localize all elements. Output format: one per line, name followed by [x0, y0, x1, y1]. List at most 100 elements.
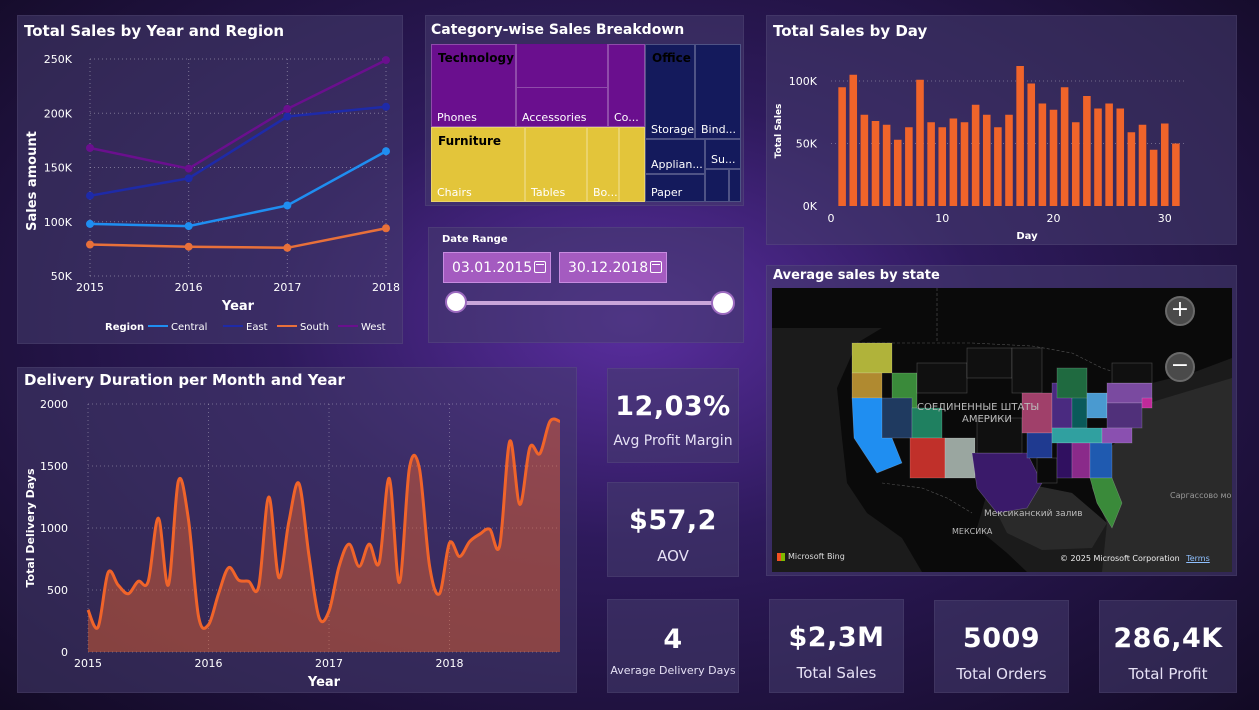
copyright-text: © 2025 Microsoft Corporation — [1060, 554, 1180, 563]
kpi-total-sales-value: $2,3M — [788, 622, 885, 653]
x-tick-label: 2016 — [175, 281, 203, 294]
state-new-mexico — [944, 437, 976, 479]
bing-text: Microsoft Bing — [788, 552, 845, 561]
treemap-technology-copiers[interactable]: Co... — [608, 44, 645, 127]
bar — [1016, 66, 1024, 206]
kpi-delivery-days-label: Average Delivery Days — [610, 664, 736, 677]
kpi-total-profit-label: Total Profit — [1128, 665, 1208, 683]
state-north-carolina — [1101, 427, 1133, 444]
bar — [893, 139, 902, 206]
treemap-office-small-1[interactable] — [705, 169, 729, 202]
data-point-west — [184, 164, 193, 173]
calendar-icon[interactable] — [534, 261, 546, 273]
state-minnesota — [1011, 347, 1043, 394]
data-point-west — [382, 56, 390, 65]
treemap-furniture-other[interactable] — [619, 127, 645, 202]
kpi-delivery-days-value: 4 — [663, 624, 683, 655]
bar — [860, 114, 869, 206]
y-tick-label: 100K — [44, 216, 73, 229]
zoom-in-button[interactable]: + — [1165, 296, 1195, 326]
x-tick-label: 10 — [935, 212, 949, 225]
area-fill — [88, 418, 560, 652]
delivery-duration-panel: Delivery Duration per Month and Year 200… — [17, 367, 577, 693]
bar — [960, 122, 969, 206]
state-tennessee — [1051, 427, 1103, 444]
treemap-tables-label: Tables — [531, 186, 566, 199]
date-slider-start-handle[interactable] — [445, 291, 467, 313]
series-line-west — [89, 58, 387, 170]
bar — [916, 79, 924, 206]
treemap-technology-phones[interactable]: Technology Phones — [431, 44, 516, 127]
data-point-west — [283, 104, 292, 113]
bar — [1116, 108, 1125, 206]
calendar-icon[interactable] — [650, 261, 662, 273]
bar — [1160, 123, 1169, 206]
sales-by-day-chart: 100K 50K 0K 0 10 20 30 Day Total Sales — [774, 66, 1187, 242]
treemap-office-supplies[interactable]: Su... — [705, 139, 741, 169]
map-label-mexico: МЕКСИКА — [952, 527, 993, 536]
map-canvas[interactable]: СОЕДИНЕННЫЕ ШТАТЫ АМЕРИКИ Мексиканский з… — [772, 288, 1232, 572]
bar — [905, 127, 913, 206]
y-tick-label: 50K — [796, 138, 818, 151]
treemap-technology-accessories[interactable]: Accessories — [516, 44, 608, 127]
map-label-country2: АМЕРИКИ — [962, 414, 1012, 425]
bar — [1027, 83, 1036, 206]
kpi-aov: $57,2 AOV — [607, 482, 739, 577]
kpi-profit-margin-label: Avg Profit Margin — [613, 433, 733, 449]
y-tick-label: 250K — [44, 53, 73, 66]
treemap-binders-label: Bind... — [701, 123, 737, 136]
data-point-east — [283, 112, 292, 121]
treemap-storage-label: Storage — [651, 123, 695, 136]
terms-link[interactable]: Terms — [1186, 554, 1210, 563]
end-date-input[interactable]: 30.12.2018 — [559, 252, 667, 283]
delivery-duration-chart: 2000 1500 1000 500 0 2015 2016 2017 2018 Year Tota… — [24, 398, 561, 690]
bar — [1094, 108, 1102, 206]
x-axis-title: Day — [1016, 231, 1038, 242]
kpi-total-profit-value: 286,4K — [1113, 623, 1223, 654]
data-point-south — [86, 240, 94, 249]
kpi-total-orders-label: Total Orders — [956, 665, 1047, 683]
windows-logo-icon — [777, 552, 785, 561]
bar — [1138, 124, 1147, 206]
bar — [1172, 143, 1180, 206]
map-label-sargasso: Саргассово море — [1170, 491, 1232, 500]
data-point-central — [184, 222, 193, 231]
treemap-copiers-label: Co... — [614, 111, 639, 124]
zoom-out-button[interactable]: − — [1165, 352, 1195, 382]
bar — [1005, 114, 1013, 206]
date-slider-track[interactable] — [457, 301, 723, 305]
x-axis-title: Year — [307, 675, 341, 690]
bar — [938, 127, 947, 206]
state-virginia — [1106, 402, 1143, 429]
treemap-furniture-bookcases[interactable]: Bo... — [587, 127, 619, 202]
date-range-title: Date Range — [442, 234, 508, 245]
start-date-input[interactable]: 03.01.2015 — [443, 252, 551, 283]
category-breakdown-panel: Category-wise Sales Breakdown Technology… — [425, 15, 744, 206]
state-ohio — [1086, 392, 1108, 419]
map-label-country: СОЕДИНЕННЫЕ ШТАТЫ — [917, 402, 1039, 413]
y-tick-label: 0K — [803, 200, 818, 213]
treemap-furniture-tables[interactable]: Tables — [525, 127, 587, 202]
treemap-office-paper[interactable]: Paper — [645, 174, 705, 202]
y-tick-label: 150K — [44, 162, 73, 175]
state-maryland — [1141, 397, 1153, 409]
data-point-central — [86, 219, 94, 228]
date-slider-end-handle[interactable] — [711, 291, 735, 315]
legend-label-east: East — [246, 322, 268, 333]
y-tick-label: 500 — [47, 584, 68, 597]
state-north-dakota — [966, 347, 1013, 379]
bar — [1049, 109, 1058, 206]
y-tick-label: 1000 — [40, 522, 68, 535]
bar — [994, 127, 1002, 206]
treemap-office-binders[interactable]: Bind... — [695, 44, 741, 139]
map-label-gulf: Мексиканский залив — [984, 509, 1083, 519]
kpi-aov-value: $57,2 — [629, 505, 717, 536]
legend-label-west: West — [361, 322, 386, 333]
state-new-york — [1111, 362, 1153, 384]
treemap-chairs-label: Chairs — [437, 186, 472, 199]
data-point-south — [184, 242, 193, 251]
treemap-furniture-chairs[interactable]: Furniture Chairs — [431, 127, 525, 202]
treemap-office-small-2[interactable] — [729, 169, 741, 202]
treemap-office-storage[interactable]: Office Supp... Storage — [645, 44, 695, 139]
treemap-office-appliances[interactable]: Applian... — [645, 139, 705, 174]
